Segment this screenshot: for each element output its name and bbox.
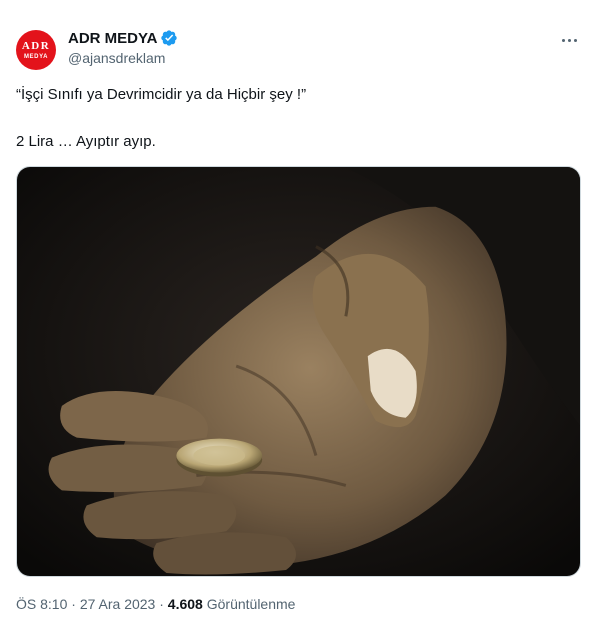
user-handle[interactable]: @ajansdreklam xyxy=(68,50,165,66)
view-count: 4.608 xyxy=(167,596,203,612)
meta-separator-2: · xyxy=(159,596,164,612)
more-options-button[interactable] xyxy=(557,30,581,50)
view-count-label: Görüntülenme xyxy=(206,596,296,612)
avatar-logo-bottom: MEDYA xyxy=(23,53,49,60)
verified-badge-icon xyxy=(161,30,178,46)
meta-separator: · xyxy=(71,596,76,612)
tweet-text-line-2: 2 Lira … Ayıptır ayıp. xyxy=(16,133,156,150)
avatar-logo-top: ADR xyxy=(21,39,51,52)
tweet-photo[interactable] xyxy=(16,166,581,577)
tweet-time[interactable]: ÖS 8:10 xyxy=(16,596,67,612)
more-horizontal-icon xyxy=(561,38,565,42)
tweet-meta: ÖS 8:10 · 27 Ara 2023 · 4.608 Görüntülen… xyxy=(16,596,295,612)
tweet-text-line-1: “İşçi Sınıfı ya Devrimcidir ya da Hiçbir… xyxy=(16,86,307,103)
avatar[interactable]: ADR MEDYA xyxy=(16,30,56,70)
author-row: ADR MEDYA xyxy=(68,28,178,48)
display-name[interactable]: ADR MEDYA xyxy=(68,30,157,47)
hand-holding-coin-image xyxy=(17,167,580,576)
tweet-date[interactable]: 27 Ara 2023 xyxy=(80,596,156,612)
tweet: ADR MEDYA ADR MEDYA @ajansdreklam “İşçi … xyxy=(0,0,599,628)
